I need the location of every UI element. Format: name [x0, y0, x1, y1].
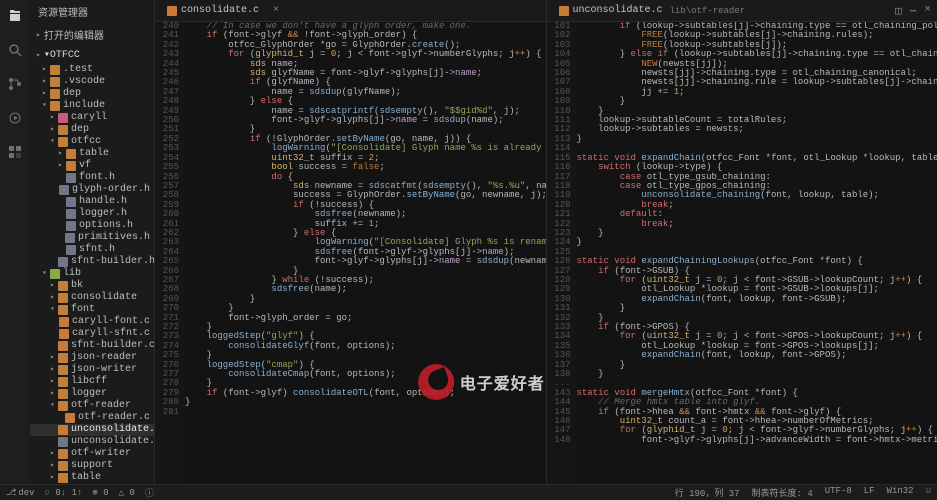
tab-consolidate[interactable]: consolidate.c ×	[161, 1, 285, 21]
tree-bk[interactable]: ▸bk	[30, 280, 154, 292]
tree-caryll-font.c[interactable]: caryll-font.c	[30, 316, 154, 328]
right-lines: if (lookup->subtables[j]->chaining.type …	[577, 22, 937, 500]
tree-otf-writer[interactable]: ▸otf-writer	[30, 448, 154, 460]
search-icon[interactable]	[5, 40, 25, 60]
tree-primitives.h[interactable]: primitives.h	[30, 232, 154, 244]
sidebar: 资源管理器 打开的编辑器 ▾ OTFCC ▸.test▸.vscode▸dep▾…	[30, 0, 155, 500]
source-control-icon[interactable]	[5, 74, 25, 94]
lang-mode[interactable]: Win32	[887, 486, 914, 499]
tree-table[interactable]: ▸table	[30, 148, 154, 160]
file-tree: ▸.test▸.vscode▸dep▾include▸caryll▸dep▾ot…	[30, 64, 154, 496]
tree-dep[interactable]: ▸dep	[30, 124, 154, 136]
close-all-icon[interactable]: ×	[924, 4, 931, 18]
explorer-icon[interactable]	[5, 6, 25, 26]
left-code[interactable]: 240 241 242 243 244 245 246 247 248 249 …	[155, 22, 546, 500]
tree-otf-reader[interactable]: ▾otf-reader	[30, 400, 154, 412]
debug-icon[interactable]	[5, 108, 25, 128]
project-root[interactable]: ▾ OTFCC	[30, 46, 154, 64]
close-icon[interactable]: ×	[273, 5, 279, 16]
tab-label: consolidate.c	[181, 5, 259, 16]
tree-font[interactable]: ▾font	[30, 304, 154, 316]
tree-unconsolidate.h[interactable]: unconsolidate.h	[30, 436, 154, 448]
right-pane: unconsolidate.c lib\otf-reader ◫ ⋯ × 101…	[547, 0, 937, 500]
feedback-icon[interactable]: ☺	[926, 486, 931, 499]
tree-font.h[interactable]: font.h	[30, 172, 154, 184]
tree-json-reader[interactable]: ▸json-reader	[30, 352, 154, 364]
tree-sfnt-builder.h[interactable]: sfnt-builder.h	[30, 256, 154, 268]
tree-dep[interactable]: ▸dep	[30, 88, 154, 100]
tree-include[interactable]: ▾include	[30, 100, 154, 112]
tree-unconsolidate.c[interactable]: unconsolidate.c	[30, 424, 154, 436]
warnings[interactable]: △ 0	[119, 488, 135, 498]
left-lines: // In case we don't have a glyph order, …	[185, 22, 546, 500]
indent[interactable]: 制表符长度: 4	[752, 486, 813, 499]
tree-libcff[interactable]: ▸libcff	[30, 376, 154, 388]
tree-otf-reader.c[interactable]: otf-reader.c	[30, 412, 154, 424]
tree-.test[interactable]: ▸.test	[30, 64, 154, 76]
more-icon[interactable]: ⋯	[910, 4, 917, 18]
tree-vf[interactable]: ▸vf	[30, 160, 154, 172]
encoding[interactable]: UTF-8	[825, 486, 852, 499]
tree-sfnt-builder.c[interactable]: sfnt-builder.c	[30, 340, 154, 352]
left-gutter: 240 241 242 243 244 245 246 247 248 249 …	[155, 22, 185, 500]
eol[interactable]: LF	[864, 486, 875, 499]
info-icon[interactable]: ⓘ	[145, 486, 154, 499]
tree-handle.h[interactable]: handle.h	[30, 196, 154, 208]
tree-glyph-order.h[interactable]: glyph-order.h	[30, 184, 154, 196]
open-editors-section[interactable]: 打开的编辑器	[30, 24, 154, 46]
c-file-icon	[559, 6, 569, 16]
editor-area: consolidate.c × 240 241 242 243 244 245 …	[155, 0, 937, 500]
left-tabs: consolidate.c ×	[155, 0, 546, 22]
tab-label: unconsolidate.c	[573, 5, 663, 16]
tab-desc: lib\otf-reader	[670, 6, 746, 16]
tree-.vscode[interactable]: ▸.vscode	[30, 76, 154, 88]
tree-table[interactable]: ▸table	[30, 472, 154, 484]
git-branch[interactable]: ⎇ dev	[6, 488, 35, 498]
tab-actions: ◫ ⋯ ×	[895, 4, 931, 18]
tree-options.h[interactable]: options.h	[30, 220, 154, 232]
activity-bar	[0, 0, 30, 500]
tree-logger.h[interactable]: logger.h	[30, 208, 154, 220]
cursor-position[interactable]: 行 190，列 37	[675, 486, 740, 499]
tree-json-writer[interactable]: ▸json-writer	[30, 364, 154, 376]
tree-support[interactable]: ▸support	[30, 460, 154, 472]
right-gutter: 101 102 103 104 105 106 107 108 109 110 …	[547, 22, 577, 500]
status-bar: ⎇ dev ○ 0↓ 1↑ ⊗ 0 △ 0 ⓘ 行 190，列 37 制表符长度…	[0, 484, 937, 500]
tree-consolidate[interactable]: ▸consolidate	[30, 292, 154, 304]
tree-otfcc[interactable]: ▾otfcc	[30, 136, 154, 148]
right-tabs: unconsolidate.c lib\otf-reader ◫ ⋯ ×	[547, 0, 937, 22]
left-pane: consolidate.c × 240 241 242 243 244 245 …	[155, 0, 547, 500]
tree-logger[interactable]: ▸logger	[30, 388, 154, 400]
tree-caryll-sfnt.c[interactable]: caryll-sfnt.c	[30, 328, 154, 340]
git-sync[interactable]: ○ 0↓ 1↑	[45, 488, 83, 498]
errors[interactable]: ⊗ 0	[92, 488, 108, 498]
tree-lib[interactable]: ▾lib	[30, 268, 154, 280]
tree-sfnt.h[interactable]: sfnt.h	[30, 244, 154, 256]
right-code[interactable]: 101 102 103 104 105 106 107 108 109 110 …	[547, 22, 937, 500]
sidebar-title: 资源管理器	[30, 0, 154, 24]
tab-unconsolidate[interactable]: unconsolidate.c lib\otf-reader	[553, 1, 752, 21]
split-icon[interactable]: ◫	[895, 4, 902, 18]
tree-caryll[interactable]: ▸caryll	[30, 112, 154, 124]
c-file-icon	[167, 6, 177, 16]
extensions-icon[interactable]	[5, 142, 25, 162]
